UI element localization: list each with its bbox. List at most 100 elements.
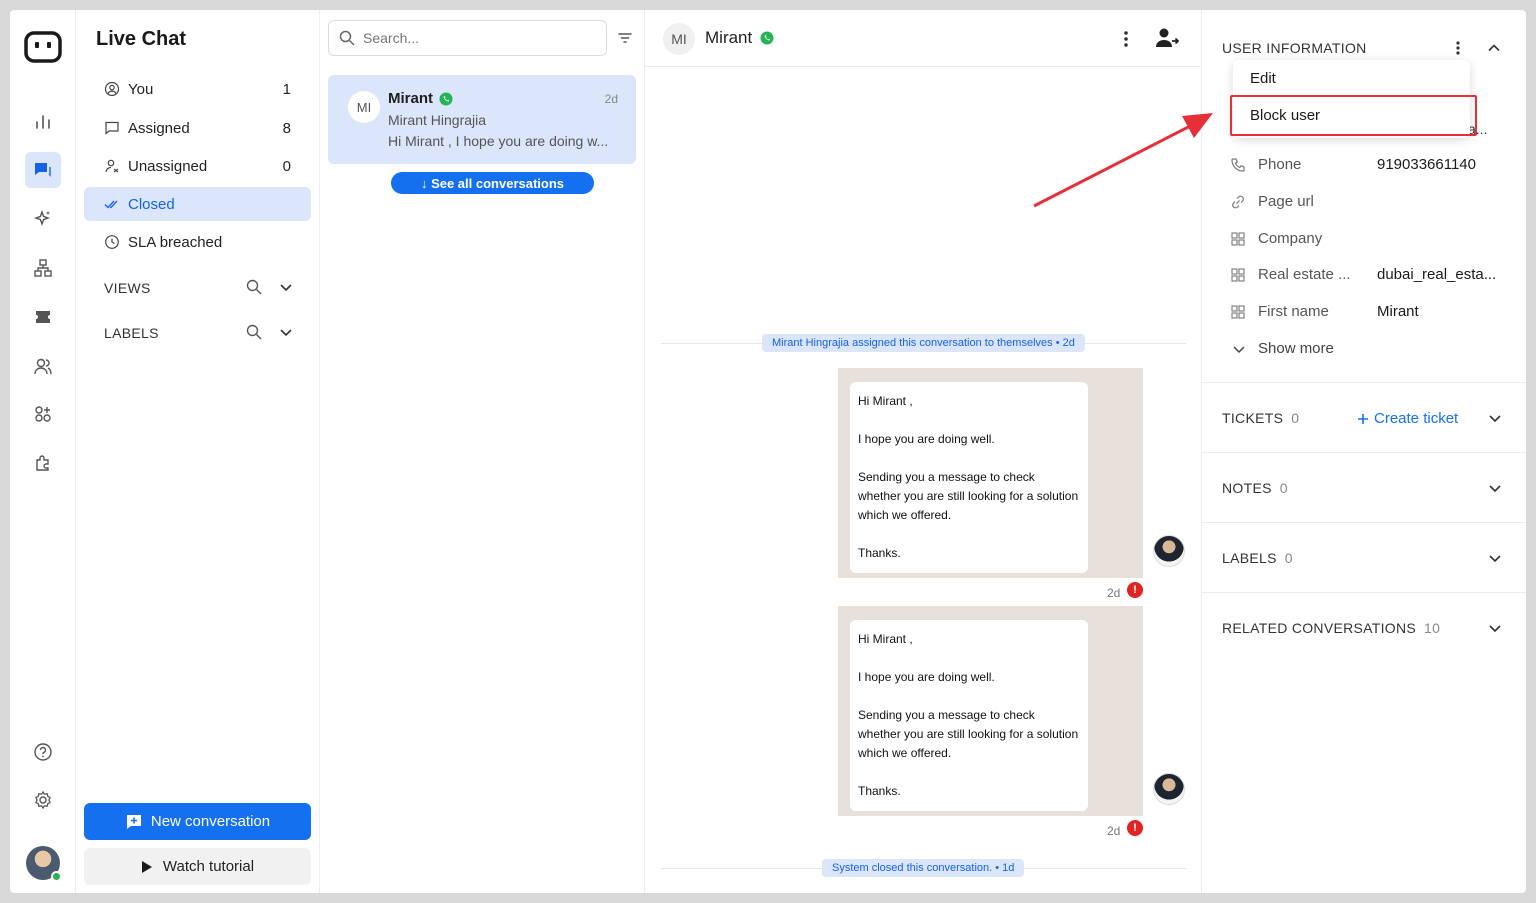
plus-icon [1358, 413, 1368, 424]
chat-contact-name: Mirant [705, 28, 774, 48]
sidebar-item-count: 0 [282, 157, 291, 175]
chevron-down-icon[interactable] [1487, 620, 1503, 636]
menu-item-edit[interactable]: Edit [1250, 70, 1276, 87]
plugin-icon[interactable] [25, 445, 61, 481]
field-label: First name [1258, 303, 1329, 320]
search-box[interactable] [328, 20, 607, 56]
chevron-up-icon[interactable] [1486, 40, 1502, 56]
chevron-down-icon[interactable] [1487, 480, 1503, 496]
field-label: Real estate ... [1258, 266, 1351, 283]
settings-gear-icon[interactable] [25, 782, 61, 818]
chat-icon[interactable] [25, 152, 61, 188]
message-line: Sending you a message to check whether y… [858, 470, 1079, 522]
labels-chevron-down-icon[interactable] [278, 324, 294, 340]
sidebar-item-count: 8 [282, 119, 291, 137]
message-square-icon [105, 121, 119, 135]
user-info-panel: USER INFORMATION a... Edit Block user Ph… [1202, 10, 1526, 893]
double-check-icon [104, 200, 118, 209]
section-related-conversations[interactable]: RELATED CONVERSATIONS 10 [1222, 620, 1512, 636]
chevron-down-icon[interactable] [1487, 550, 1503, 566]
nav-rail [10, 10, 76, 893]
analytics-icon[interactable] [25, 104, 61, 140]
labels-section-label: LABELS [104, 325, 159, 341]
sidebar-item-closed[interactable]: Closed [84, 187, 311, 221]
message-line: Hi Mirant , [858, 632, 913, 646]
message-time: 2d [1107, 586, 1121, 600]
play-icon [141, 860, 152, 873]
labels-section-actions [246, 324, 294, 340]
field-value: Mirant [1377, 303, 1419, 320]
ai-sparkle-icon[interactable] [25, 201, 61, 237]
live-chat-sidebar: Live Chat You 1 Assigned 8 Unassigned 0 … [76, 10, 320, 893]
sidebar-title: Live Chat [96, 28, 187, 50]
field-value: dubai_real_esta... [1377, 266, 1497, 283]
show-more-button[interactable]: Show more [1232, 340, 1334, 357]
sidebar-item-label: You [128, 80, 154, 98]
chat-contact-avatar: MI [663, 23, 695, 55]
sidebar-item-label: Assigned [128, 119, 190, 137]
workflow-icon[interactable] [25, 250, 61, 286]
section-notes[interactable]: NOTES 0 [1222, 480, 1512, 496]
section-labels[interactable]: LABELS 0 [1222, 550, 1512, 566]
field-value: 919033661140 [1377, 156, 1476, 173]
tickets-icon[interactable] [25, 299, 61, 335]
user-info-more-icon[interactable] [1455, 40, 1461, 56]
field-label: Company [1258, 230, 1323, 247]
grid-icon [1231, 231, 1245, 246]
watch-tutorial-button[interactable]: Watch tutorial [84, 848, 311, 885]
link-icon [1232, 195, 1244, 208]
create-ticket-label: Create ticket [1374, 410, 1459, 427]
field-page-url: Page url [1230, 193, 1520, 210]
new-conversation-button[interactable]: New conversation [84, 803, 311, 840]
message-line: Thanks. [858, 546, 901, 560]
section-divider [1202, 382, 1526, 383]
section-label: NOTES [1222, 480, 1272, 496]
conversation-card[interactable]: MI Mirant Mirant Hingrajia Hi Mirant , I… [328, 75, 636, 164]
error-icon[interactable]: ! [1127, 820, 1143, 836]
sidebar-item-sla-breached[interactable]: SLA breached [84, 225, 311, 259]
sidebar-item-assigned[interactable]: Assigned 8 [84, 111, 311, 145]
assign-user-icon[interactable] [1155, 27, 1179, 49]
contact-name: Mirant [388, 90, 453, 107]
views-chevron-down-icon[interactable] [278, 279, 294, 295]
message-bubble: Hi Mirant , I hope you are doing well. S… [850, 620, 1088, 811]
search-input[interactable] [363, 30, 583, 46]
agent-avatar [1153, 773, 1185, 805]
app-logo-icon[interactable] [24, 30, 62, 64]
message-bubble-container: Hi Mirant , I hope you are doing well. S… [838, 606, 1143, 816]
help-icon[interactable] [25, 734, 61, 770]
agent-avatar [1153, 535, 1185, 567]
section-count: 0 [1279, 480, 1288, 496]
field-label: Page url [1258, 193, 1314, 210]
contacts-icon[interactable] [25, 348, 61, 384]
sidebar-item-you[interactable]: You 1 [84, 72, 311, 106]
message-line: Sending you a message to check whether y… [858, 708, 1079, 760]
section-count: 0 [1284, 550, 1293, 566]
error-icon[interactable]: ! [1127, 582, 1143, 598]
labels-search-icon[interactable] [246, 324, 262, 340]
watch-tutorial-label: Watch tutorial [162, 858, 255, 875]
system-message-closed: System closed this conversation. • 1d [822, 859, 1025, 877]
section-divider [1202, 522, 1526, 523]
current-user-avatar[interactable] [26, 846, 62, 882]
create-ticket-button[interactable]: Create ticket [1356, 410, 1458, 427]
whatsapp-icon [439, 92, 453, 105]
show-more-label: Show more [1258, 340, 1334, 357]
sidebar-item-unassigned[interactable]: Unassigned 0 [84, 149, 311, 183]
chevron-down-icon[interactable] [1487, 410, 1503, 426]
clock-icon [105, 235, 119, 249]
views-section-label: VIEWS [104, 280, 151, 296]
views-search-icon[interactable] [246, 279, 262, 295]
integrations-icon[interactable] [25, 396, 61, 432]
message-bubble: Hi Mirant , I hope you are doing well. S… [850, 382, 1088, 573]
chat-more-options-icon[interactable] [1123, 30, 1129, 48]
field-first-name: First name Mirant [1230, 303, 1520, 320]
field-company: Company [1230, 230, 1520, 247]
filter-icon[interactable] [617, 30, 633, 46]
see-all-conversations-button[interactable]: ↓ See all conversations [391, 172, 594, 194]
whatsapp-icon [760, 31, 774, 45]
field-real-estate: Real estate ... dubai_real_esta... [1230, 266, 1520, 283]
message-bubble-container: Hi Mirant , I hope you are doing well. S… [838, 368, 1143, 578]
section-label: LABELS [1222, 550, 1277, 566]
contact-avatar: MI [348, 91, 380, 123]
